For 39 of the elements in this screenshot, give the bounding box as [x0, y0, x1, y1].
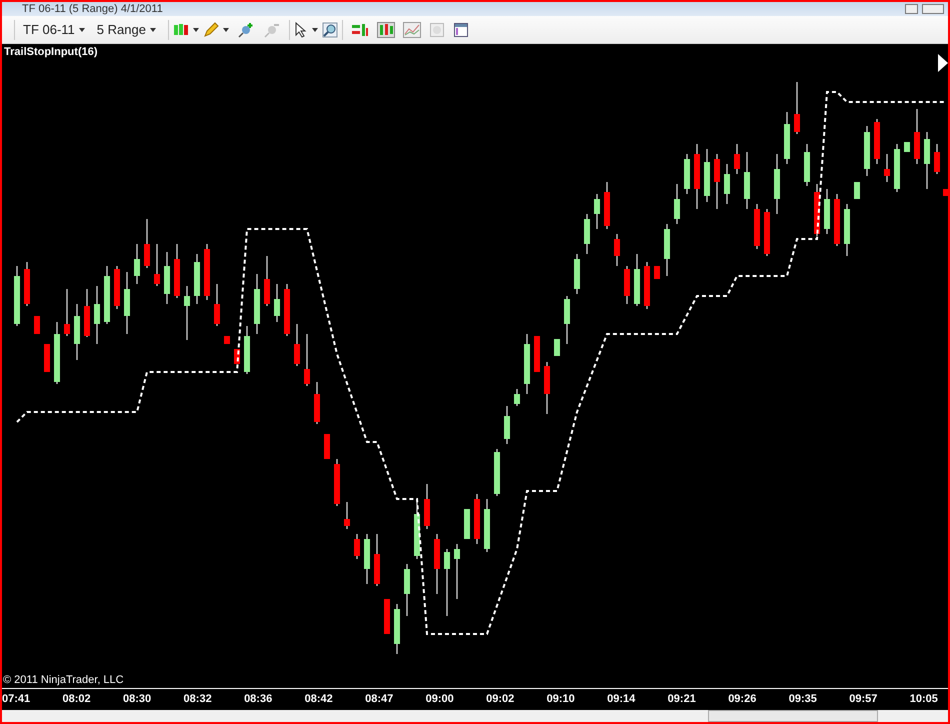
caret-icon[interactable]	[78, 28, 85, 32]
axis-label: 08:47	[365, 694, 394, 705]
axis-label: 08:42	[304, 694, 333, 705]
axis-label: 09:57	[849, 694, 878, 705]
caret-icon[interactable]	[222, 28, 229, 32]
restore-icon[interactable]	[905, 4, 918, 14]
zoom-icon[interactable]	[322, 22, 338, 38]
axis-label: 08:36	[244, 694, 272, 705]
axis-label: 08:02	[62, 694, 91, 705]
axis-label: 09:35	[788, 694, 817, 705]
axis-label: 09:02	[486, 694, 514, 705]
period-dropdown[interactable]: 5 Range	[92, 20, 164, 40]
chart-trader-icon[interactable]	[350, 22, 369, 38]
line-chart-icon[interactable]	[402, 22, 421, 38]
scroll-right-icon[interactable]	[938, 54, 948, 72]
pin-add-icon[interactable]	[236, 22, 255, 38]
caret-icon[interactable]	[150, 28, 156, 32]
maximize-icon[interactable]	[922, 4, 944, 14]
axis-label: 10:05	[910, 694, 938, 705]
scrollbar[interactable]	[708, 710, 878, 722]
window-layout-icon[interactable]	[452, 22, 469, 38]
copyright-text: © 2011 NinjaTrader, LLC	[3, 675, 124, 686]
axis-label: 09:14	[607, 694, 636, 705]
axis-label: 09:21	[668, 694, 696, 705]
axis-label: 07:41	[2, 694, 30, 705]
axis-label: 08:30	[123, 694, 152, 705]
axis-label: 08:32	[184, 694, 212, 705]
indicator-label: TrailStopInput(16)	[4, 47, 98, 58]
window-title: TF 06-11 (5 Range) 4/1/2011	[22, 2, 163, 16]
instrument-dropdown[interactable]: TF 06-11	[19, 20, 93, 40]
candlestick-icon[interactable]	[172, 22, 189, 38]
caret-icon[interactable]	[192, 28, 199, 32]
axis-label: 09:10	[546, 694, 575, 705]
caret-icon[interactable]	[312, 28, 318, 32]
axis-label: 09:26	[728, 694, 756, 705]
axis-label: 09:00	[426, 694, 454, 705]
bars-chart-icon[interactable]	[376, 22, 395, 38]
pencil-icon[interactable]	[202, 22, 219, 38]
pointer-icon[interactable]	[294, 22, 308, 38]
